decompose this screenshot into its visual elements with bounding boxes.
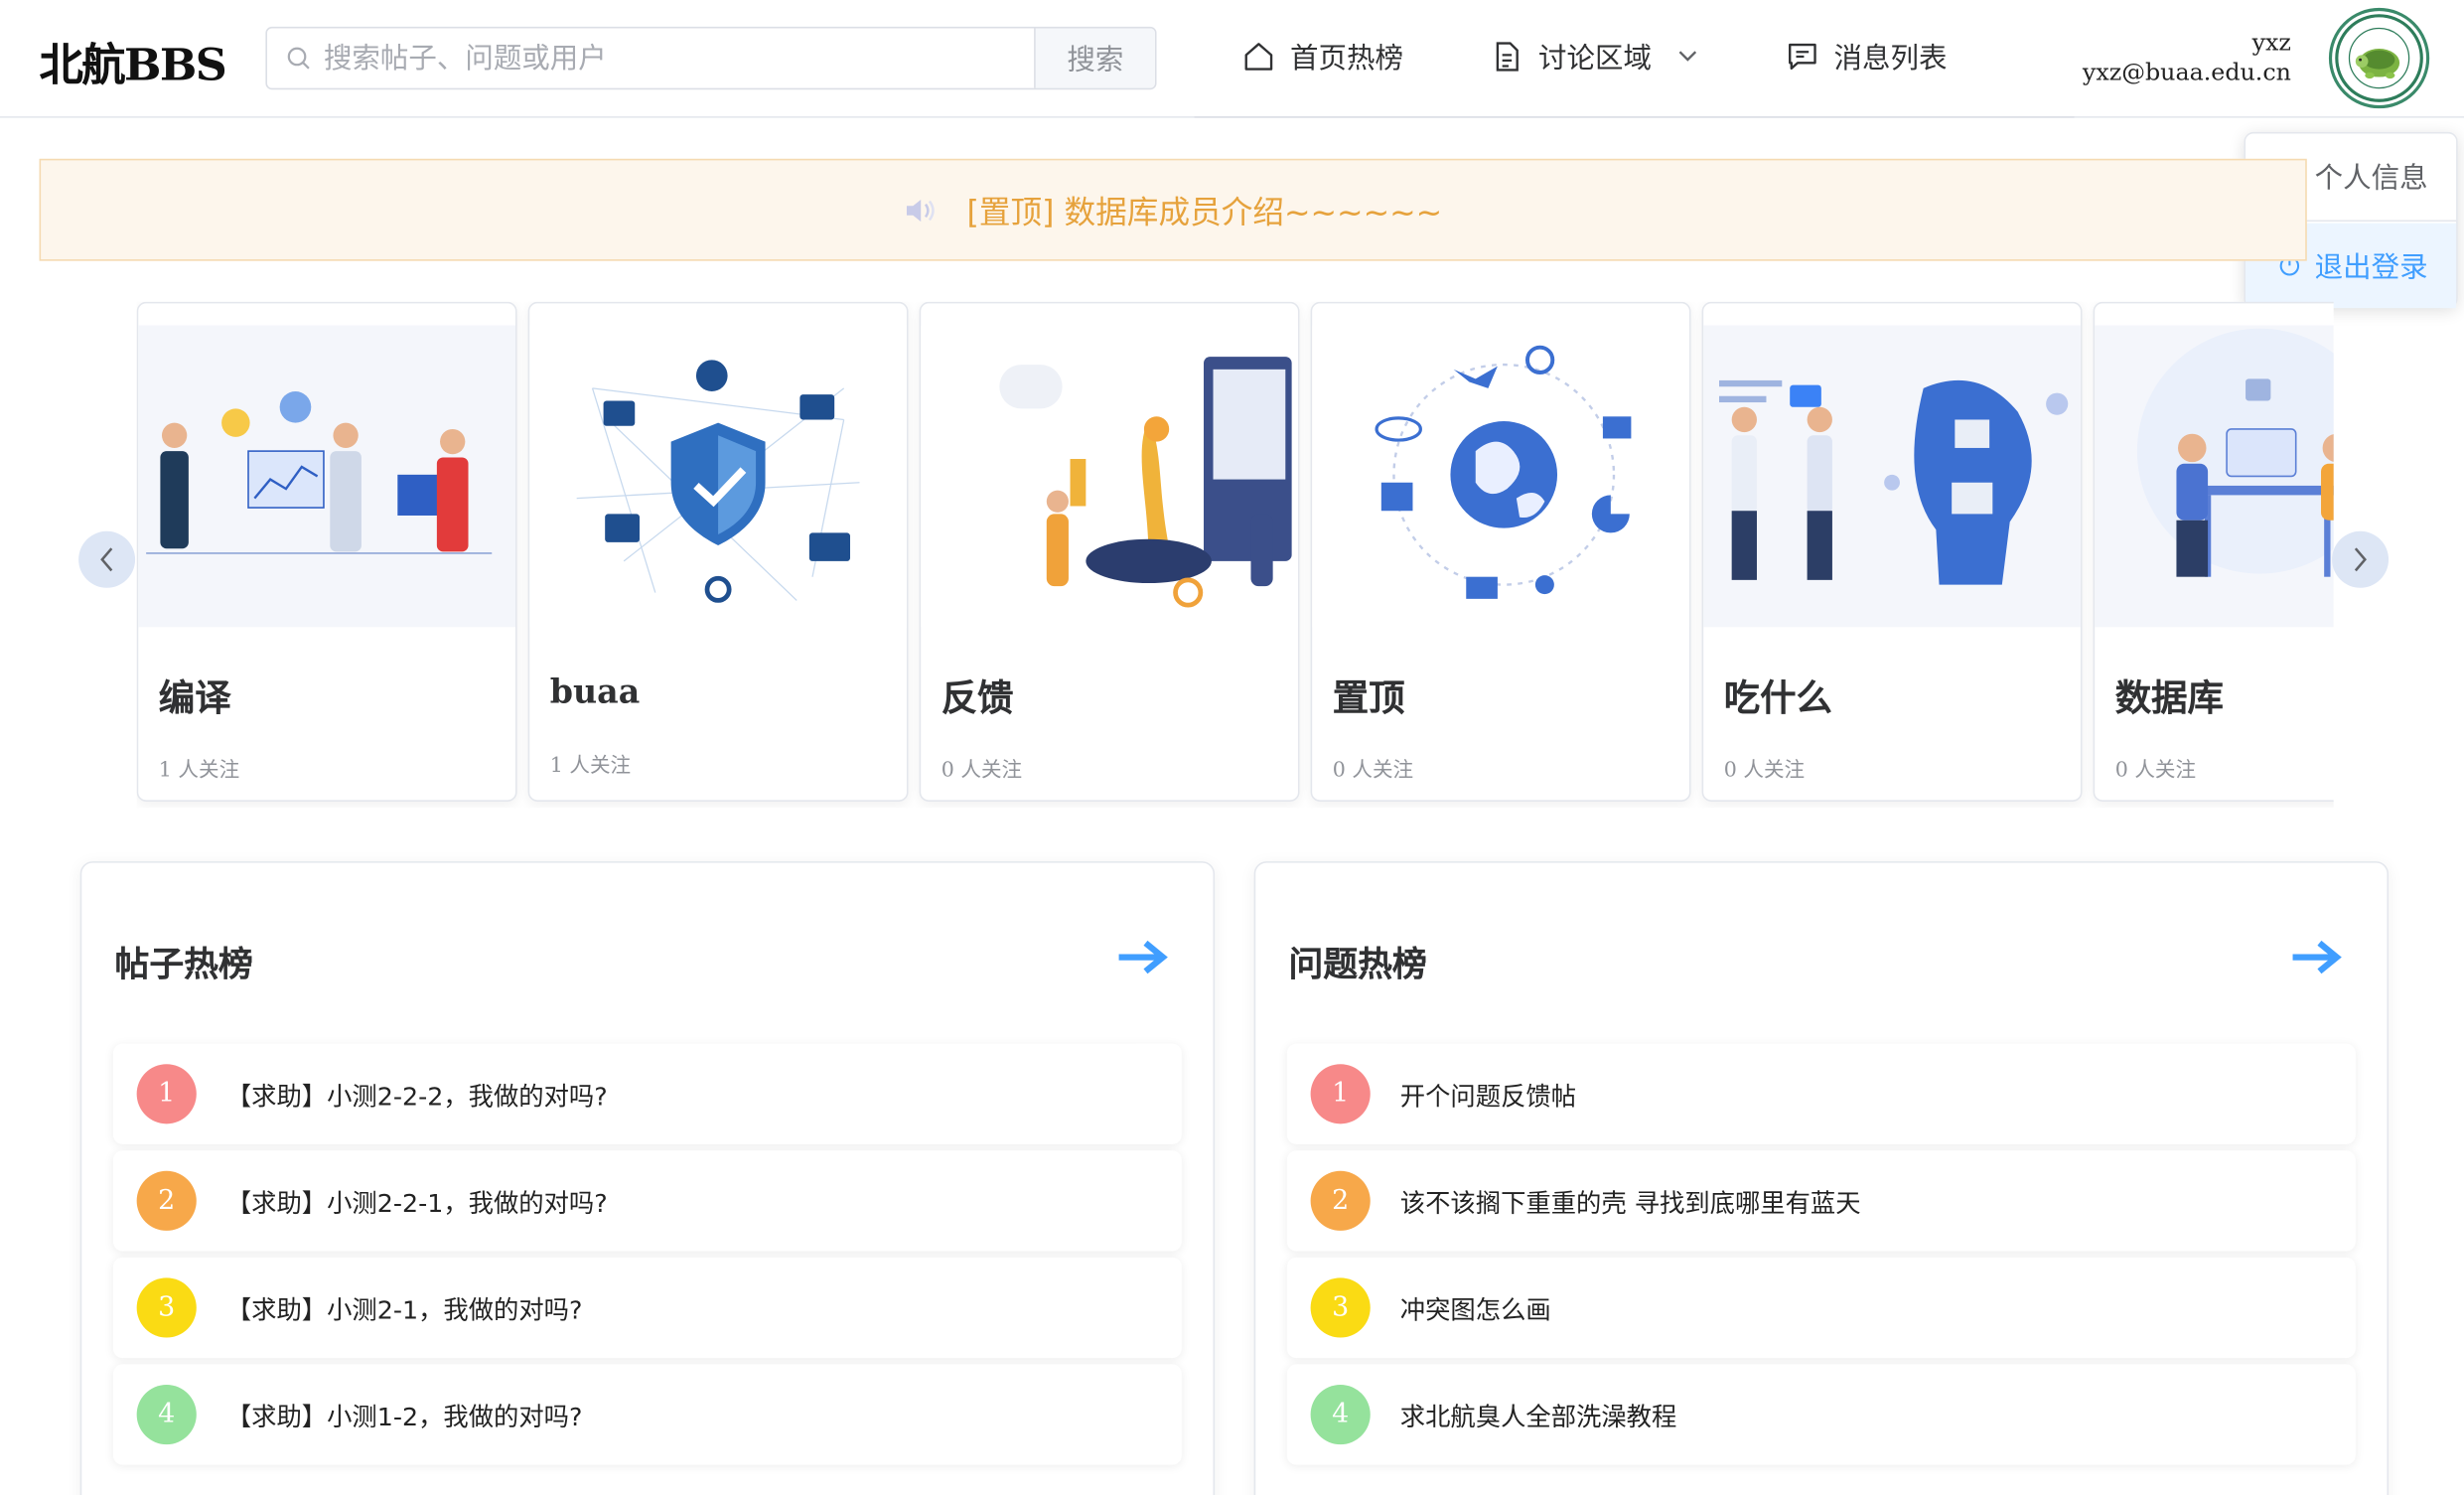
post-title: 【求助】小测2-1，我做的对吗?: [225, 1294, 583, 1325]
university-emblem-icon: [2335, 14, 2423, 102]
list-item[interactable]: 2 该不该搁下重重的壳 寻找到底哪里有蓝天: [1286, 1150, 2356, 1252]
card-illustration: [1703, 325, 2081, 628]
card-followers: 1 人关注: [549, 754, 632, 779]
nav-messages[interactable]: 消息列表: [1787, 32, 1947, 82]
card-illustration: [1312, 325, 1689, 628]
search-input[interactable]: [323, 41, 1016, 75]
nav-messages-label: 消息列表: [1833, 42, 1948, 75]
chevron-left-icon: [100, 547, 113, 572]
section-card-pinned[interactable]: 置顶 0 人关注: [1310, 301, 1691, 802]
nav-home[interactable]: 首页热榜: [1243, 32, 1403, 82]
card-illustration: [921, 325, 1298, 628]
section-card-buaa[interactable]: buaa 1 人关注: [527, 301, 909, 802]
card-illustration: [529, 325, 907, 628]
list-item[interactable]: 1 开个问题反馈帖: [1286, 1043, 2356, 1144]
list-item[interactable]: 4 【求助】小测1-2，我做的对吗?: [112, 1364, 1182, 1465]
posts-board-title: 帖子热榜: [114, 946, 253, 986]
question-title: 开个问题反馈帖: [1399, 1081, 1577, 1112]
list-item[interactable]: 2 【求助】小测2-2-1，我做的对吗?: [112, 1150, 1182, 1252]
pinned-notice[interactable]: [置顶] 数据库成员介绍~~~~~~: [39, 158, 2307, 261]
carousel-next-button[interactable]: [2332, 530, 2390, 588]
home-icon: [1244, 43, 1273, 71]
card-title: 编译: [158, 678, 231, 720]
section-card-what-to-eat[interactable]: 吃什么 0 人关注: [1701, 301, 2083, 802]
rank-badge: 3: [136, 1277, 197, 1338]
list-item[interactable]: 3 【求助】小测2-1，我做的对吗?: [112, 1257, 1182, 1359]
card-followers: 0 人关注: [941, 759, 1023, 783]
card-title: 数据库: [2114, 678, 2224, 720]
search-bar: 搜索: [265, 26, 1157, 90]
menu-item-logout-label: 退出登录: [2314, 251, 2428, 285]
notice-text: [置顶] 数据库成员介绍~~~~~~: [966, 193, 1443, 231]
carousel-prev-button[interactable]: [78, 530, 136, 588]
nav-discussion[interactable]: 讨论区域: [1492, 32, 1715, 82]
user-name: yxz: [2251, 28, 2291, 57]
carousel-track: 编译 1 人关注 buaa 1 人关注 反馈 0 人关注 置顶 0 人关注 吃什…: [136, 301, 2334, 808]
rank-badge: 3: [1310, 1277, 1371, 1338]
rank-badge: 1: [1310, 1064, 1371, 1124]
list-item[interactable]: 4 求北航臭人全部洗澡教程: [1286, 1364, 2356, 1465]
search-field[interactable]: [267, 28, 1034, 87]
rank-badge: 1: [136, 1064, 197, 1124]
post-title: 【求助】小测2-2-2，我做的对吗?: [225, 1081, 608, 1112]
arrow-right-icon[interactable]: [2289, 939, 2343, 976]
question-title: 该不该搁下重重的壳 寻找到底哪里有蓝天: [1399, 1188, 1861, 1219]
question-title: 求北航臭人全部洗澡教程: [1399, 1402, 1677, 1432]
list-item[interactable]: 3 冲突图怎么画: [1286, 1257, 2356, 1359]
nav-discussion-label: 讨论区域: [1538, 42, 1652, 75]
rank-badge: 4: [136, 1384, 197, 1445]
card-title: 反馈: [941, 678, 1014, 720]
section-card-database[interactable]: 数据库 0 人关注: [2093, 301, 2334, 802]
card-title: 吃什么: [1723, 678, 1832, 720]
questions-hot-board: 问题热榜 1 开个问题反馈帖 2 该不该搁下重重的壳 寻找到底哪里有蓝天 3 冲突图怎…: [1253, 861, 2390, 1495]
user-info[interactable]: yxz yxz@buaa.edu.cn: [2083, 28, 2291, 87]
card-illustration: [2095, 325, 2334, 628]
post-title: 【求助】小测1-2，我做的对吗?: [225, 1402, 583, 1432]
section-card-compiler[interactable]: 编译 1 人关注: [136, 301, 517, 802]
card-title: buaa: [549, 671, 641, 711]
card-followers: 0 人关注: [2114, 759, 2197, 783]
arrow-right-icon[interactable]: [1115, 939, 1169, 976]
rank-badge: 4: [1310, 1384, 1371, 1445]
search-icon: [287, 47, 310, 70]
nav-home-label: 首页热榜: [1290, 42, 1403, 75]
chevron-down-icon: [1678, 51, 1697, 62]
posts-hot-board: 帖子热榜 1 【求助】小测2-2-2，我做的对吗? 2 【求助】小测2-2-1，我做…: [79, 861, 1216, 1495]
page: 北航BBS 搜索 首页热榜 讨论区域 消息列表 yxz yxz@buaa.edu…: [0, 0, 2464, 1495]
avatar[interactable]: [2328, 7, 2430, 109]
section-card-feedback[interactable]: 反馈 0 人关注: [919, 301, 1300, 802]
document-icon: [1496, 42, 1519, 72]
message-icon: [1789, 43, 1816, 71]
speaker-icon: [907, 199, 936, 222]
card-title: 置顶: [1332, 678, 1405, 720]
section-carousel: 编译 1 人关注 buaa 1 人关注 反馈 0 人关注 置顶 0 人关注 吃什…: [78, 299, 2390, 818]
posts-list: 1 【求助】小测2-2-2，我做的对吗? 2 【求助】小测2-2-1，我做的对吗? …: [112, 1043, 1182, 1471]
card-followers: 0 人关注: [1723, 759, 1806, 783]
user-email: yxz@buaa.edu.cn: [2082, 58, 2291, 87]
rank-badge: 2: [1310, 1170, 1371, 1231]
menu-item-profile-label: 个人信息: [2314, 161, 2428, 196]
list-item[interactable]: 1 【求助】小测2-2-2，我做的对吗?: [112, 1043, 1182, 1144]
chevron-right-icon: [2354, 547, 2367, 572]
top-navbar: 北航BBS 搜索 首页热榜 讨论区域 消息列表 yxz yxz@buaa.edu…: [0, 0, 2464, 118]
card-followers: 0 人关注: [1332, 759, 1414, 783]
search-button[interactable]: 搜索: [1034, 28, 1155, 88]
rank-badge: 2: [136, 1170, 197, 1231]
card-followers: 1 人关注: [158, 759, 240, 783]
post-title: 【求助】小测2-2-1，我做的对吗?: [225, 1188, 608, 1219]
site-logo[interactable]: 北航BBS: [40, 32, 227, 94]
card-illustration: [138, 325, 515, 628]
nav-underline: [1194, 116, 2075, 118]
questions-list: 1 开个问题反馈帖 2 该不该搁下重重的壳 寻找到底哪里有蓝天 3 冲突图怎么画 4求…: [1286, 1043, 2356, 1471]
question-title: 冲突图怎么画: [1399, 1294, 1551, 1325]
questions-board-title: 问题热榜: [1288, 946, 1427, 986]
